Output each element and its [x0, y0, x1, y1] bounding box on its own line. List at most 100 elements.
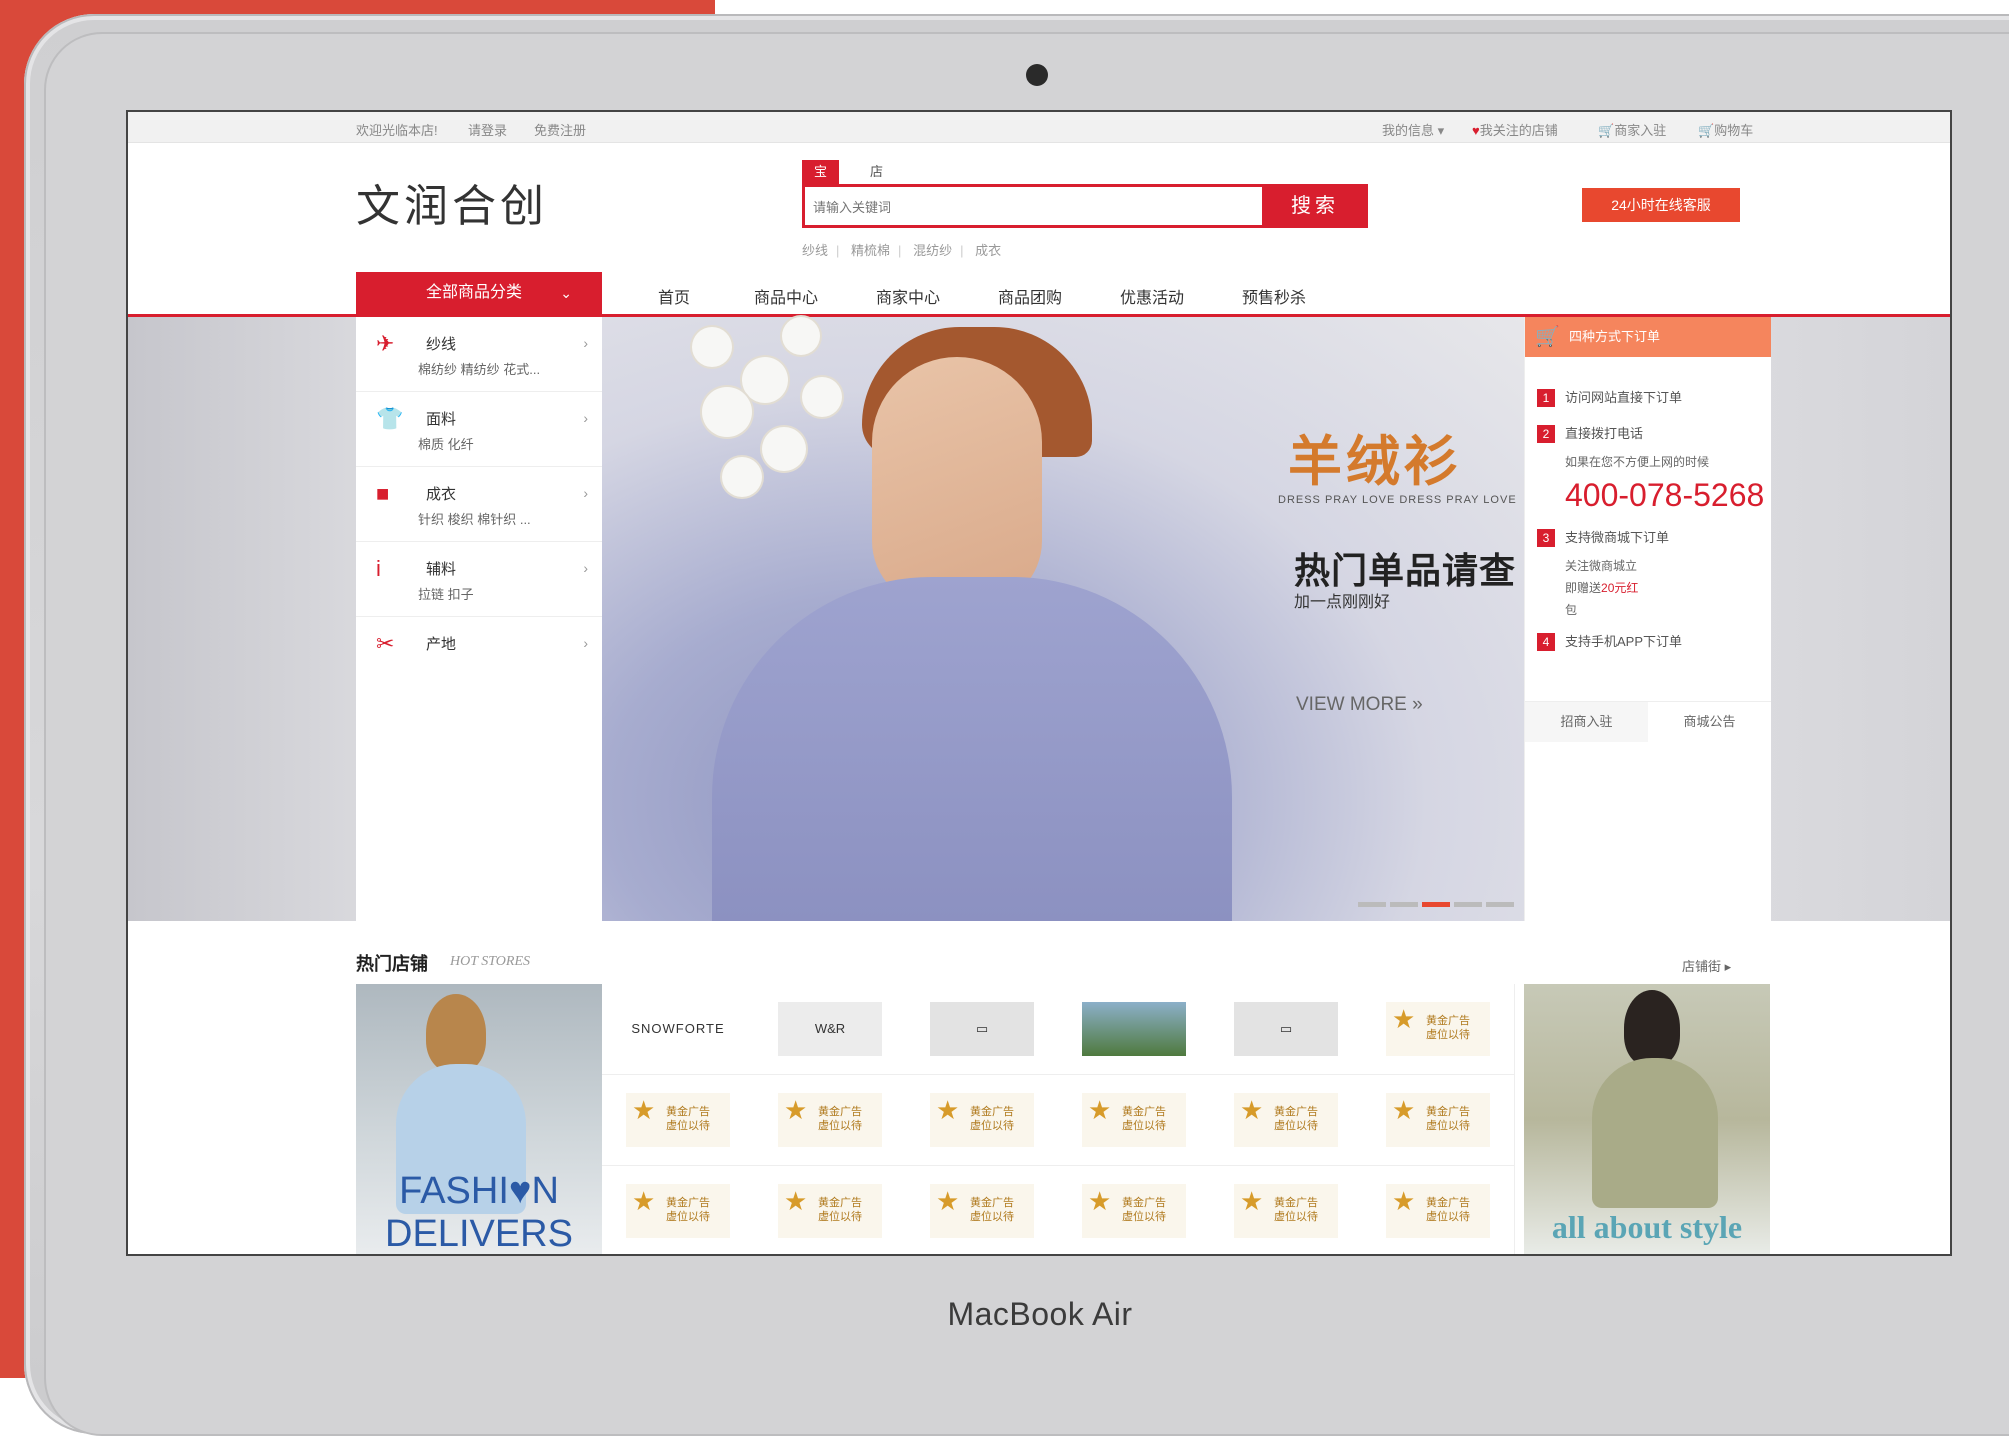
- carousel-dot[interactable]: [1486, 902, 1514, 907]
- trophy-icon: ★: [632, 1095, 656, 1125]
- carousel-dot[interactable]: [1358, 902, 1386, 907]
- ad-placeholder: ★ 黄金广告 虚位以待: [778, 1093, 882, 1147]
- promo-figure-head: [426, 994, 486, 1072]
- tab-baby[interactable]: 宝贝: [802, 160, 840, 203]
- plane-icon: ✈: [376, 331, 395, 356]
- store-cell[interactable]: W&R: [754, 984, 907, 1075]
- tab-shop[interactable]: 店铺: [858, 160, 895, 203]
- store-logo: W&R: [778, 1002, 882, 1056]
- store-cell[interactable]: ▭: [1210, 984, 1363, 1075]
- cotton-icon: [802, 377, 842, 417]
- store-cell[interactable]: ★ 黄金广告 虚位以待: [1362, 1166, 1515, 1254]
- hero-image[interactable]: [602, 317, 1524, 921]
- store-cell[interactable]: ★ 黄金广告 虚位以待: [1210, 1166, 1363, 1254]
- keyword-link[interactable]: 成衣: [975, 243, 1001, 258]
- nav-item[interactable]: 首页: [658, 284, 690, 308]
- trophy-icon: ★: [632, 1186, 656, 1216]
- order-step: 1 访问网站直接下订单: [1537, 387, 1682, 407]
- category-subtitle: 针织 梭织 棉针织 ...: [418, 512, 531, 527]
- all-categories-button[interactable]: 全部商品分类 ⌄: [356, 272, 602, 314]
- store-cell[interactable]: ▭: [906, 984, 1059, 1075]
- cart-link[interactable]: 🛒购物车: [1698, 120, 1753, 139]
- store-cell[interactable]: ★ 黄金广告 虚位以待: [906, 1075, 1059, 1166]
- device-brand: MacBook Air: [947, 1296, 1133, 1332]
- bag-icon: ■: [376, 481, 390, 506]
- nav-item[interactable]: 商品团购: [998, 284, 1062, 308]
- keyword-link[interactable]: 混纺纱: [913, 243, 952, 258]
- category-title: 纱线: [426, 336, 457, 353]
- store-cell[interactable]: ★ 黄金广告 虚位以待: [1058, 1075, 1211, 1166]
- category-subtitle: 棉质 化纤: [418, 437, 474, 452]
- store-cell[interactable]: ★ 黄金广告 虚位以待: [602, 1075, 755, 1166]
- nav-item[interactable]: 预售秒杀: [1242, 284, 1306, 308]
- trophy-icon: ★: [1088, 1095, 1112, 1125]
- cart-icon: 🛒: [1535, 326, 1560, 348]
- trophy-icon: ★: [784, 1095, 808, 1125]
- category-item[interactable]: 👕 面料 棉质 化纤 ›: [356, 392, 602, 467]
- site-logo[interactable]: 文润合创: [356, 170, 548, 234]
- cotton-icon: [722, 457, 762, 497]
- register-link[interactable]: 免费注册: [534, 120, 586, 139]
- store-cell[interactable]: SNOWFORTE: [602, 984, 755, 1075]
- store-cell[interactable]: ★ 黄金广告 虚位以待: [1362, 1075, 1515, 1166]
- category-subtitle: 棉纺纱 精纺纱 花式...: [418, 362, 541, 377]
- promo-banner-left[interactable]: FASHI♥N DELIVERS: [356, 984, 602, 1255]
- ad-placeholder: ★ 黄金广告 虚位以待: [930, 1093, 1034, 1147]
- stores-more-link[interactable]: 店铺街 ▸: [1682, 956, 1731, 975]
- store-cell[interactable]: ★ 黄金广告 虚位以待: [906, 1166, 1059, 1254]
- store-cell[interactable]: ★ 黄金广告 虚位以待: [754, 1075, 907, 1166]
- cart-icon: 🛒: [1598, 123, 1615, 138]
- category-item[interactable]: ✈ 纱线 棉纺纱 精纺纱 花式... ›: [356, 317, 602, 392]
- online-service-button[interactable]: 24小时在线客服: [1582, 188, 1740, 222]
- hero-tagline: DRESS PRAY LOVE DRESS PRAY LOVE: [1278, 494, 1517, 506]
- search-button[interactable]: 搜索: [1262, 184, 1368, 228]
- cotton-icon: [762, 427, 806, 471]
- promo-banner-right[interactable]: all about style: [1524, 984, 1770, 1254]
- phone-number: 400-078-5268: [1565, 477, 1765, 513]
- order-panel-title: 四种方式下订单: [1569, 329, 1661, 344]
- trophy-icon: ★: [1392, 1095, 1416, 1125]
- search-input[interactable]: [811, 187, 1315, 227]
- top-bar: 欢迎光临本店! 请登录 免费注册 我的信息 ▾ ♥我关注的店铺 🛒商家入驻 🛒购…: [128, 112, 1950, 143]
- cotton-icon: [702, 387, 752, 437]
- keyword-link[interactable]: 纱线: [802, 243, 828, 258]
- category-item[interactable]: i 辅料 拉链 扣子 ›: [356, 542, 602, 617]
- hero-subtitle: 加一点刚刚好: [1294, 594, 1391, 611]
- category-item[interactable]: ✂ 产地 ›: [356, 617, 602, 691]
- ad-placeholder: ★ 黄金广告 虚位以待: [1386, 1093, 1490, 1147]
- carousel-dot[interactable]: [1454, 902, 1482, 907]
- ad-placeholder: ★ 黄金广告 虚位以待: [778, 1184, 882, 1238]
- nav-item[interactable]: 优惠活动: [1120, 284, 1184, 308]
- chevron-right-icon: ›: [583, 635, 588, 651]
- store-cell[interactable]: ★ 黄金广告 虚位以待: [754, 1166, 907, 1254]
- ad-placeholder: ★ 黄金广告 虚位以待: [1234, 1184, 1338, 1238]
- my-info-link[interactable]: 我的信息 ▾: [1382, 120, 1444, 139]
- tab-merchant-join[interactable]: 招商入驻: [1525, 702, 1648, 742]
- nav-item[interactable]: 商家中心: [876, 284, 940, 308]
- nav-item[interactable]: 商品中心: [754, 284, 818, 308]
- category-item[interactable]: ■ 成衣 针织 梭织 棉针织 ... ›: [356, 467, 602, 542]
- store-cell[interactable]: ★ 黄金广告 虚位以待: [1362, 984, 1515, 1075]
- keyword-link[interactable]: 精梳棉: [851, 243, 890, 258]
- store-cell[interactable]: ★ 黄金广告 虚位以待: [1058, 1166, 1211, 1254]
- tab-announcement[interactable]: 商城公告: [1648, 702, 1771, 742]
- ad-placeholder: ★ 黄金广告 虚位以待: [626, 1093, 730, 1147]
- merchant-join-link[interactable]: 🛒商家入驻: [1598, 120, 1666, 139]
- category-subtitle: 拉链 扣子: [418, 587, 474, 602]
- store-cell[interactable]: ★ 黄金广告 虚位以待: [1210, 1075, 1363, 1166]
- view-more-link[interactable]: VIEW MORE »: [1296, 694, 1423, 716]
- login-link[interactable]: 请登录: [468, 120, 507, 139]
- wechat-note: 包: [1565, 603, 1578, 617]
- carousel-dot-active[interactable]: [1422, 902, 1450, 907]
- store-logo-placeholder: ▭: [930, 1002, 1034, 1056]
- fav-shops-link[interactable]: ♥我关注的店铺: [1472, 120, 1558, 139]
- heart-icon: ♥: [1472, 123, 1480, 138]
- chevron-right-icon: ›: [583, 410, 588, 426]
- store-cell[interactable]: [1058, 984, 1211, 1075]
- browser-screen: 欢迎光临本店! 请登录 免费注册 我的信息 ▾ ♥我关注的店铺 🛒商家入驻 🛒购…: [126, 110, 1952, 1256]
- carousel-dot[interactable]: [1390, 902, 1418, 907]
- promo-text-left: FASHI♥N DELIVERS: [385, 1170, 573, 1255]
- store-logo: SNOWFORTE: [626, 1002, 730, 1056]
- store-cell[interactable]: ★ 黄金广告 虚位以待: [602, 1166, 755, 1254]
- shirt-icon: 👕: [376, 406, 404, 431]
